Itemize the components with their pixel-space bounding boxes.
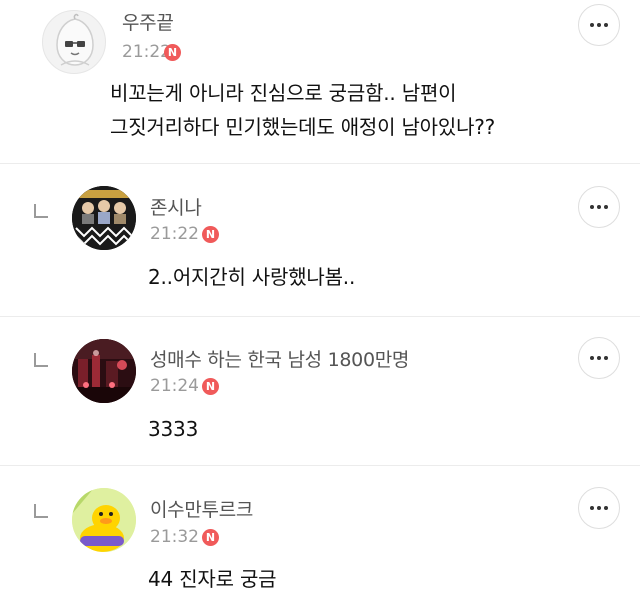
comment-text-line: 2..어지간히 사랑했나봄.. <box>148 265 356 289</box>
comment-author[interactable]: 이수만투르크 <box>150 495 253 522</box>
avatar[interactable] <box>72 186 136 250</box>
avatar[interactable] <box>72 488 136 552</box>
avatar[interactable] <box>72 339 136 403</box>
new-badge: N <box>202 226 219 243</box>
comment-time: 21:22 <box>150 224 199 244</box>
comment-time: 21:24 <box>150 376 199 396</box>
comment-text-line: 그짓거리하다 민기했는데도 애정이 남아있나?? <box>110 115 496 139</box>
comment-text-line: 44 진자로 궁금 <box>148 567 277 591</box>
more-options-button[interactable] <box>578 337 620 379</box>
more-options-button[interactable] <box>578 487 620 529</box>
reply-arrow-icon <box>34 504 48 518</box>
more-dots-icon <box>590 205 608 209</box>
comment-text-line: 비꼬는게 아니라 진심으로 궁금함.. 남편이 <box>110 81 457 105</box>
more-options-button[interactable] <box>578 4 620 46</box>
reply-item: 존시나 21:22 N 2..어지간히 사랑했나봄.. <box>0 164 640 316</box>
more-dots-icon <box>590 356 608 360</box>
reply-item: 이수만투르크 21:32 N 44 진자로 궁금 <box>0 466 640 607</box>
reply-arrow-icon <box>34 204 48 218</box>
more-dots-icon <box>590 23 608 27</box>
comment-item: 우주끝 21:22 N 비꼬는게 아니라 진심으로 궁금함.. 남편이 그짓거리… <box>0 0 640 160</box>
group-photo-avatar-icon <box>72 186 136 250</box>
reply-item: 성매수 하는 한국 남성 1800만명 21:24 N 3333 <box>0 317 640 465</box>
avatar[interactable] <box>42 10 106 74</box>
comment-author[interactable]: 성매수 하는 한국 남성 1800만명 <box>150 345 409 372</box>
comment-text-line: 3333 <box>148 417 199 441</box>
yellow-duck-avatar-icon <box>72 488 136 552</box>
peach-character-avatar-icon <box>56 13 94 66</box>
more-dots-icon <box>590 506 608 510</box>
reply-arrow-icon <box>34 353 48 367</box>
comment-author[interactable]: 존시나 <box>150 193 202 220</box>
new-badge: N <box>164 44 181 61</box>
more-options-button[interactable] <box>578 186 620 228</box>
comment-time: 21:32 <box>150 527 199 547</box>
night-street-avatar-icon <box>72 339 136 403</box>
new-badge: N <box>202 378 219 395</box>
comment-author[interactable]: 우주끝 <box>122 8 174 35</box>
new-badge: N <box>202 529 219 546</box>
